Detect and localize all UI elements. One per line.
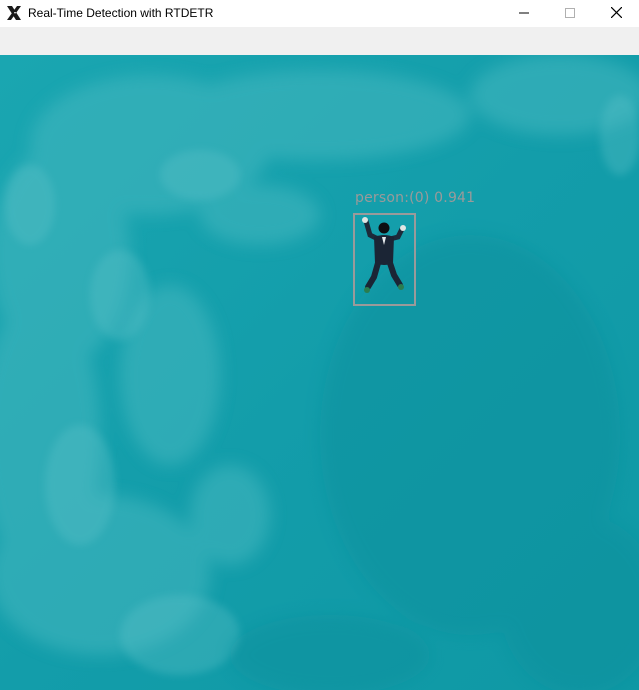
x-app-icon [5,4,23,22]
close-icon [610,5,622,23]
title-bar[interactable]: Real-Time Detection with RTDETR [0,0,639,27]
detection-bounding-box [353,213,416,306]
minimize-button[interactable] [501,0,547,27]
window-title: Real-Time Detection with RTDETR [28,6,214,20]
detection-label: person:(0) 0.941 [355,190,476,206]
toolbar-strip [0,27,639,55]
minimize-icon [519,5,529,23]
video-frame: person:(0) 0.941 [0,55,639,690]
water-background [0,55,639,690]
app-window: Real-Time Detection with RTDETR person:(… [0,0,639,690]
maximize-button[interactable] [547,0,593,27]
maximize-icon [565,5,575,23]
close-button[interactable] [593,0,639,27]
